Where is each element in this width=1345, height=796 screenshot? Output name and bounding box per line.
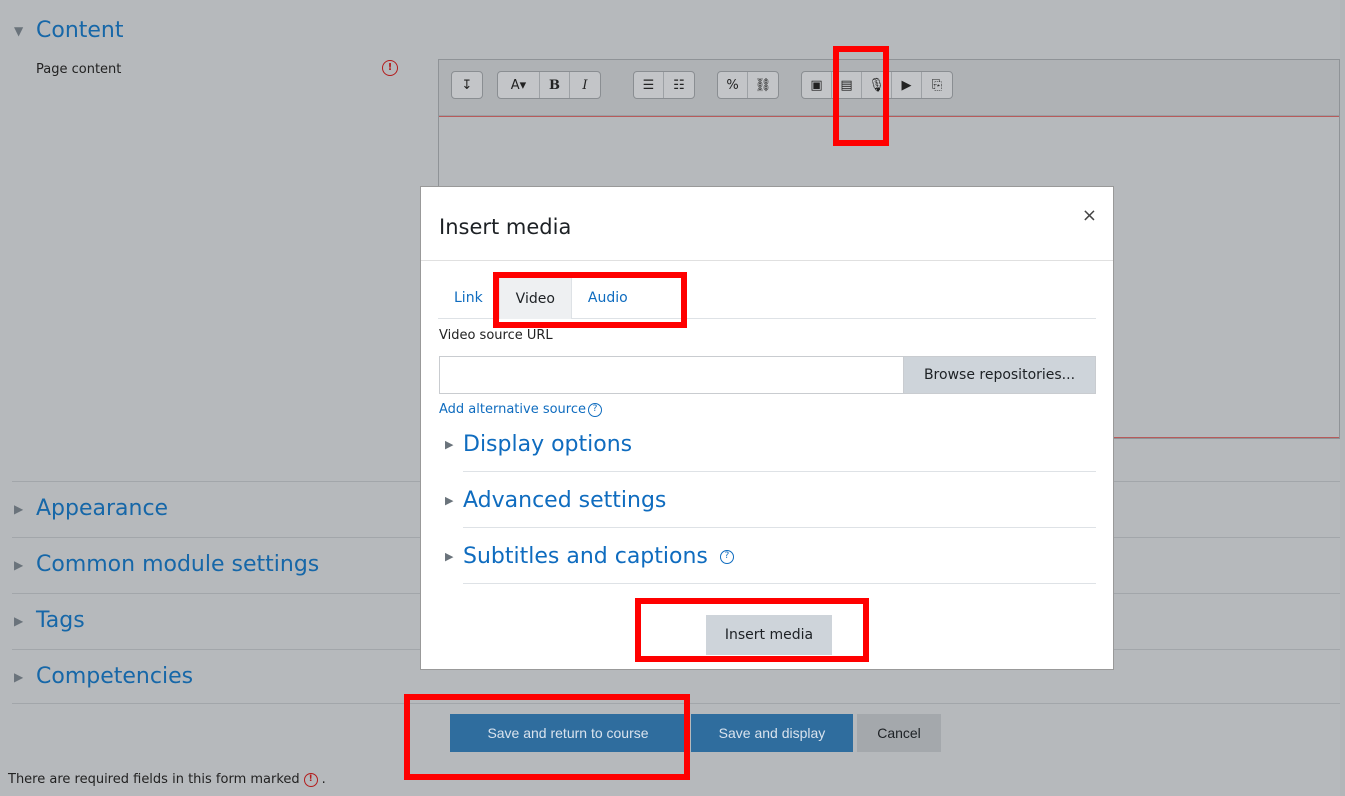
required-note-text: There are required fields in this form m… — [8, 772, 300, 787]
save-display-button[interactable]: Save and display — [691, 714, 853, 752]
alt-source-label: Add alternative source — [439, 402, 586, 417]
bold-button[interactable]: B — [540, 72, 570, 98]
section-tags-label: Tags — [36, 608, 85, 633]
manage-files-button[interactable]: ⎘ — [922, 72, 952, 98]
tab-video[interactable]: Video — [498, 277, 572, 319]
section-tags-toggle[interactable]: ▶ Tags — [14, 608, 85, 633]
required-icon: ! — [382, 60, 398, 76]
editor-toolbar: ↧ A▾ B I ☰ ☷ % ⛓ ▣ ▤ 🎙 ▶ ⎘ — [439, 60, 1339, 116]
insert-media-dialog: Insert media × Link Video Audio Video so… — [420, 186, 1114, 670]
divider — [463, 527, 1096, 528]
record-video-button[interactable]: ▶ — [892, 72, 922, 98]
video-source-label: Video source URL — [439, 328, 553, 343]
toolbar-group-lists: ☰ ☷ — [633, 71, 695, 99]
help-icon[interactable]: ? — [719, 549, 734, 564]
help-icon[interactable]: ? — [588, 402, 602, 417]
save-return-button[interactable]: Save and return to course — [450, 714, 686, 752]
subtitles-captions-toggle[interactable]: ▶ Subtitles and captions ? — [445, 529, 1096, 584]
collapse-toolbar-button[interactable]: ↧ — [452, 72, 482, 98]
video-source-input[interactable] — [439, 356, 904, 394]
toolbar-group-format: A▾ B I — [497, 71, 601, 99]
chevron-right-icon: ▶ — [445, 550, 454, 563]
chevron-right-icon: ▶ — [14, 501, 24, 516]
section-common-module-label: Common module settings — [36, 552, 320, 577]
link-button[interactable]: % — [718, 72, 748, 98]
section-content-toggle[interactable]: ▼ Content — [14, 18, 124, 43]
display-options-toggle[interactable]: ▶ Display options — [445, 417, 1096, 472]
chevron-right-icon: ▶ — [445, 438, 454, 451]
record-audio-button[interactable]: 🎙 — [862, 72, 892, 98]
section-appearance-toggle[interactable]: ▶ Appearance — [14, 496, 168, 521]
page-content-label: Page content — [36, 62, 122, 77]
dialog-header: Insert media × — [421, 187, 1113, 261]
section-common-module-toggle[interactable]: ▶ Common module settings — [14, 552, 319, 577]
display-options-label: Display options — [463, 432, 633, 457]
required-fields-note: There are required fields in this form m… — [8, 772, 326, 787]
tab-link[interactable]: Link — [438, 277, 499, 319]
cancel-button[interactable]: Cancel — [857, 714, 941, 752]
section-competencies-toggle[interactable]: ▶ Competencies — [14, 664, 193, 689]
unlink-button[interactable]: ⛓ — [748, 72, 778, 98]
image-button[interactable]: ▣ — [802, 72, 832, 98]
section-appearance-label: Appearance — [36, 496, 169, 521]
section-content-label: Content — [36, 18, 124, 43]
section-competencies-label: Competencies — [36, 664, 194, 689]
toolbar-group-links: % ⛓ — [717, 71, 779, 99]
toolbar-group-collapse: ↧ — [451, 71, 483, 99]
advanced-settings-label: Advanced settings — [463, 488, 667, 513]
toolbar-group-media: ▣ ▤ 🎙 ▶ ⎘ — [801, 71, 953, 99]
chevron-down-icon: ▼ — [14, 23, 24, 38]
media-button[interactable]: ▤ — [832, 72, 862, 98]
media-tabs: Link Video Audio — [438, 277, 1096, 319]
ordered-list-button[interactable]: ☷ — [664, 72, 694, 98]
italic-button[interactable]: I — [570, 72, 600, 98]
dialog-title: Insert media — [439, 215, 572, 239]
subtitles-captions-label: Subtitles and captions — [463, 544, 708, 569]
required-note-end: . — [321, 772, 326, 787]
advanced-settings-toggle[interactable]: ▶ Advanced settings — [445, 473, 1096, 528]
chevron-right-icon: ▶ — [14, 669, 24, 684]
chevron-right-icon: ▶ — [14, 557, 24, 572]
divider — [12, 703, 1340, 704]
divider — [463, 471, 1096, 472]
chevron-right-icon: ▶ — [445, 494, 454, 507]
required-icon: ! — [303, 772, 318, 787]
divider — [463, 583, 1096, 584]
browse-repositories-button[interactable]: Browse repositories... — [903, 356, 1096, 394]
unordered-list-button[interactable]: ☰ — [634, 72, 664, 98]
add-alternative-source-link[interactable]: Add alternative source ? — [439, 402, 602, 417]
close-icon[interactable]: × — [1082, 205, 1097, 226]
chevron-right-icon: ▶ — [14, 613, 24, 628]
insert-media-button[interactable]: Insert media — [706, 615, 832, 655]
tab-audio[interactable]: Audio — [572, 277, 644, 319]
font-style-button[interactable]: A▾ — [498, 72, 540, 98]
